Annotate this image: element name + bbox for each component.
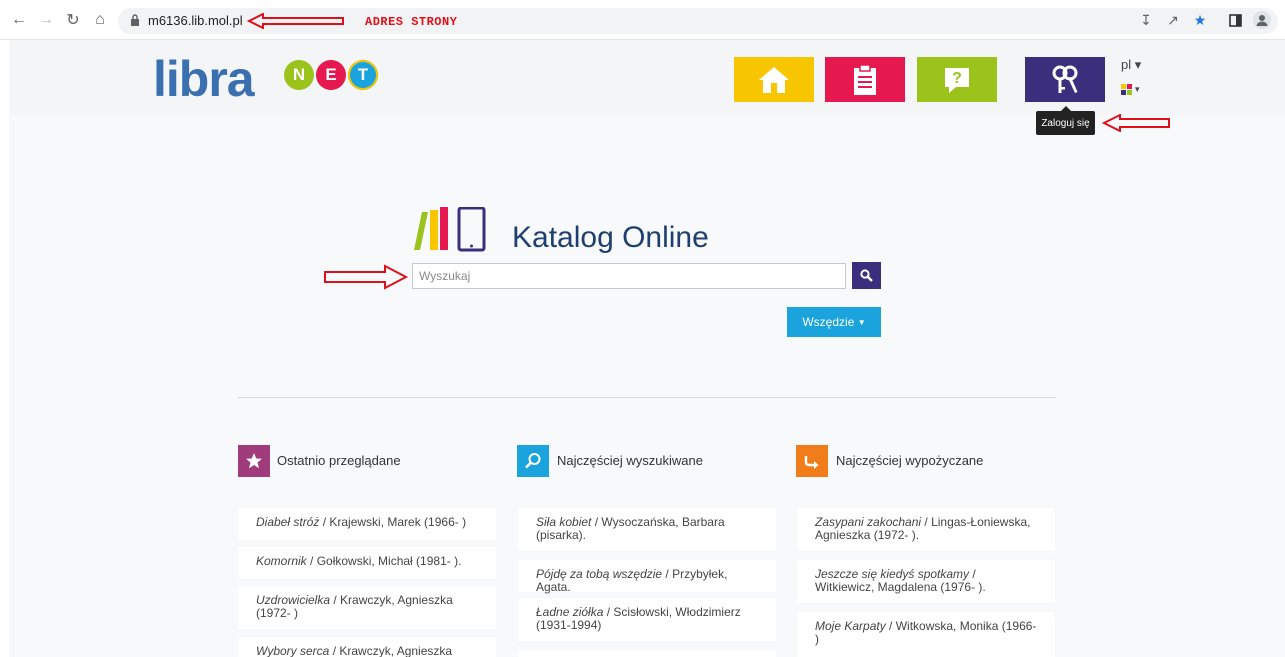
searched-heading: Najczęściej wyszukiwane	[557, 453, 703, 468]
item-title: Ładne ziółka	[536, 605, 604, 619]
home-tile-button[interactable]	[734, 57, 814, 102]
home-icon[interactable]: ⌂	[89, 9, 111, 31]
item-title: Siła kobiet	[536, 515, 592, 529]
annotation-arrow-search	[324, 264, 409, 290]
borrowed-heading: Najczęściej wypożyczane	[836, 453, 984, 468]
item-title: Pójdę za tobą wszędzie	[536, 567, 663, 581]
lock-icon	[131, 14, 139, 26]
borrowed-item[interactable]: Zasypani zakochani / Lingas-Łoniewska, A…	[797, 508, 1055, 551]
help-tile-button[interactable]: ?	[917, 57, 997, 102]
item-title: Zasypani zakochani	[815, 515, 922, 529]
item-author: / Krajewski, Marek (1966- )	[319, 515, 467, 529]
item-title: Uzdrowicielka	[256, 593, 331, 607]
recent-heading: Ostatnio przeglądane	[277, 453, 401, 468]
borrowed-item[interactable]: Moje Karpaty / Witkowska, Monika (1966- …	[797, 612, 1055, 657]
reload-icon[interactable]: ↻	[62, 9, 84, 31]
sidepanel-icon[interactable]	[1226, 11, 1244, 29]
contrast-chevron-icon[interactable]: ▾	[1135, 84, 1140, 95]
searched-item-partial[interactable]	[518, 650, 776, 657]
recent-item[interactable]: Uzdrowicielka / Krawczyk, Agnieszka (197…	[238, 586, 496, 629]
back-icon[interactable]: ←	[8, 9, 30, 31]
language-code: pl	[1121, 57, 1132, 72]
clipboard-tile-button[interactable]	[825, 57, 905, 102]
recent-item[interactable]: Wybory serca / Krawczyk, Agnieszka	[238, 637, 496, 657]
install-icon[interactable]: ↧	[1137, 11, 1155, 29]
searched-item[interactable]: Siła kobiet / Wysoczańska, Barbara (pisa…	[518, 508, 776, 551]
contrast-flag-icon[interactable]	[1121, 84, 1133, 96]
forward-icon[interactable]: →	[35, 9, 57, 31]
login-tooltip: Zaloguj się	[1036, 106, 1095, 135]
search-icon	[860, 269, 873, 282]
item-title: Komornik	[256, 554, 307, 568]
clipboard-icon	[854, 63, 876, 95]
item-title: Moje Karpaty	[815, 619, 886, 633]
annotation-arrow-address	[247, 13, 344, 29]
catalog-title: Katalog Online	[512, 221, 709, 254]
share-icon[interactable]: ↗	[1164, 11, 1182, 29]
login-tile-button[interactable]	[1025, 57, 1105, 102]
svg-text:?: ?	[952, 70, 962, 87]
keys-icon	[1052, 65, 1078, 93]
searched-item[interactable]: Ładne ziółka / Scisłowski, Włodzimierz (…	[518, 598, 776, 641]
item-author: / Gołkowski, Michał (1981- ).	[306, 554, 462, 568]
recent-star-icon	[238, 445, 270, 477]
bookmark-star-icon[interactable]: ★	[1191, 11, 1209, 29]
url-text[interactable]: m6136.lib.mol.pl	[148, 13, 243, 28]
chevron-down-icon: ▼	[857, 317, 866, 327]
search-input[interactable]	[412, 263, 846, 289]
logo-net-e: E	[316, 60, 346, 90]
browser-toolbar: ← → ↻ ⌂ m6136.lib.mol.pl ADRES STRONY ↧ …	[0, 0, 1285, 40]
catalog-books-icon	[414, 207, 486, 252]
question-bubble-icon: ?	[945, 67, 969, 93]
search-scope-dropdown[interactable]: Wszędzie ▼	[787, 307, 881, 337]
logo-net-t: T	[348, 60, 378, 90]
profile-icon[interactable]	[1253, 11, 1271, 29]
annotation-arrow-login	[1102, 114, 1170, 132]
borrowed-arrow-icon	[796, 445, 828, 477]
language-selector[interactable]: pl ▾	[1121, 57, 1141, 73]
recent-item[interactable]: Diabeł stróż / Krajewski, Marek (1966- )	[238, 508, 496, 540]
logo-net-n: N	[284, 60, 314, 90]
item-title: Diabeł stróż	[256, 515, 320, 529]
searched-magnifier-icon	[517, 445, 549, 477]
searched-item[interactable]: Pójdę za tobą wszędzie / Przybyłek, Agat…	[518, 560, 776, 594]
section-divider	[238, 397, 1056, 398]
libra-logo[interactable]: libra	[153, 50, 255, 108]
item-title: Wybory serca	[256, 644, 330, 657]
search-button[interactable]	[852, 262, 881, 289]
search-scope-label: Wszędzie	[802, 315, 855, 329]
borrowed-item[interactable]: Jeszcze się kiedyś spotkamy / Witkiewicz…	[797, 560, 1055, 603]
item-author: / Krawczyk, Agnieszka	[329, 644, 453, 657]
annotation-address-label: ADRES STRONY	[365, 15, 458, 29]
item-title: Jeszcze się kiedyś spotkamy	[815, 567, 970, 581]
recent-item[interactable]: Komornik / Gołkowski, Michał (1981- ).	[238, 547, 496, 579]
house-icon	[759, 66, 789, 93]
